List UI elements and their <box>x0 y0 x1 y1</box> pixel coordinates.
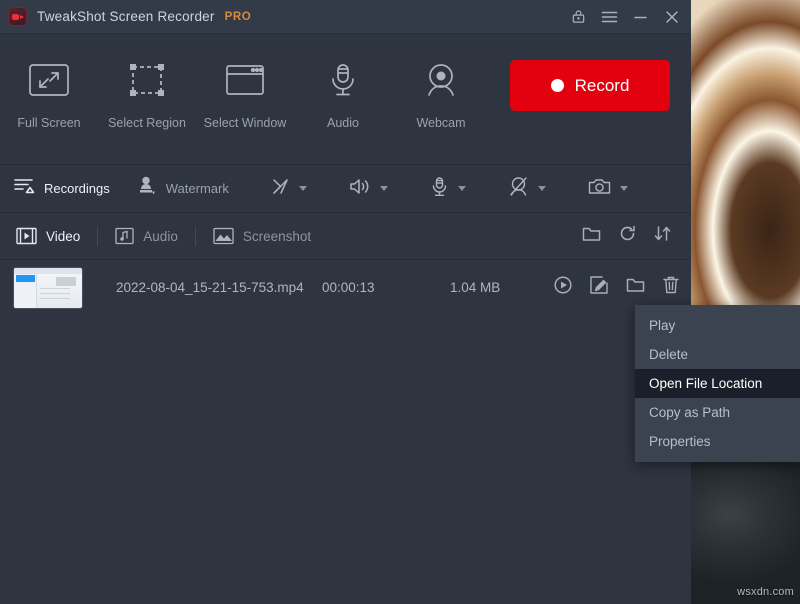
record-button-label: Record <box>575 76 630 96</box>
capture-mode-label: Webcam <box>416 116 465 130</box>
capture-mode-label: Full Screen <box>17 116 80 130</box>
film-icon <box>16 227 37 245</box>
context-menu-item-properties[interactable]: Properties <box>635 427 800 456</box>
annotation-off-icon <box>271 177 290 201</box>
capture-mode-label: Select Window <box>204 116 287 130</box>
tab-video[interactable]: Video <box>16 227 80 245</box>
select-region-icon <box>127 52 167 108</box>
title-bar: TweakShot Screen Recorder PRO <box>0 0 691 34</box>
chevron-down-icon[interactable] <box>620 186 628 191</box>
capture-mode-label: Audio <box>327 116 359 130</box>
speaker-icon <box>349 177 371 201</box>
music-note-icon <box>115 227 134 245</box>
context-menu-item-play[interactable]: Play <box>635 311 800 340</box>
row-action-icons <box>554 276 679 299</box>
capture-mode-audio[interactable]: Audio <box>294 52 392 130</box>
tab-label: Audio <box>143 229 178 244</box>
full-screen-icon <box>28 52 70 108</box>
record-dot-icon <box>551 79 564 92</box>
tab-label: Screenshot <box>243 229 311 244</box>
capture-mode-full-screen[interactable]: Full Screen <box>0 52 98 130</box>
microphone-toggle[interactable] <box>430 176 466 202</box>
app-title: TweakShot Screen Recorder <box>37 9 215 24</box>
watermark-stamp-icon <box>138 176 157 201</box>
edit-icon[interactable] <box>590 276 608 299</box>
tab-action-icons <box>582 225 691 247</box>
thumbnail-titlebar <box>14 268 82 274</box>
watermark-label: Watermark <box>166 181 229 196</box>
app-logo-icon <box>9 8 26 25</box>
recordings-label: Recordings <box>44 181 110 196</box>
webcam-off-icon <box>508 176 529 202</box>
webcam-toggle[interactable] <box>508 176 546 202</box>
file-duration: 00:00:13 <box>322 280 422 295</box>
select-window-icon <box>224 52 266 108</box>
microphone-icon <box>430 176 449 202</box>
divider <box>97 227 98 246</box>
chevron-down-icon[interactable] <box>458 186 466 191</box>
table-row[interactable]: 2022-08-04_15-21-15-753.mp4 00:00:13 1.0… <box>0 260 691 315</box>
sort-icon[interactable] <box>654 225 671 247</box>
file-name: 2022-08-04_15-21-15-753.mp4 <box>116 280 316 295</box>
open-folder-icon[interactable] <box>582 226 601 247</box>
watermark-button[interactable]: Watermark <box>138 176 229 201</box>
webcam-icon <box>423 52 459 108</box>
chevron-down-icon[interactable] <box>380 186 388 191</box>
camera-toggle[interactable] <box>588 177 628 201</box>
refresh-icon[interactable] <box>619 225 636 247</box>
capture-mode-select-window[interactable]: Select Window <box>196 52 294 130</box>
capture-mode-select-region[interactable]: Select Region <box>98 52 196 130</box>
annotation-toggle[interactable] <box>271 177 307 201</box>
context-menu-item-open-file-location[interactable]: Open File Location <box>635 369 800 398</box>
capture-mode-label: Select Region <box>108 116 186 130</box>
tab-screenshot[interactable]: Screenshot <box>213 227 311 245</box>
capture-toolbar: Full Screen Select Region <box>0 34 691 165</box>
delete-trash-icon[interactable] <box>663 276 679 299</box>
desktop-wallpaper-lower <box>690 455 800 604</box>
chevron-down-icon[interactable] <box>299 186 307 191</box>
recordings-button[interactable]: Recordings <box>14 177 110 200</box>
tab-label: Video <box>46 229 80 244</box>
thumbnail-button <box>56 277 76 286</box>
site-watermark: wsxdn.com <box>737 586 794 598</box>
minimize-icon[interactable] <box>625 2 656 32</box>
play-icon[interactable] <box>554 276 572 299</box>
recordings-list-icon <box>14 177 35 200</box>
speaker-toggle[interactable] <box>349 177 388 201</box>
microphone-icon <box>327 52 359 108</box>
window-controls <box>563 2 687 32</box>
context-menu: Play Delete Open File Location Copy as P… <box>635 305 800 462</box>
record-button[interactable]: Record <box>510 60 670 111</box>
thumbnail-lines <box>40 288 70 289</box>
recordings-list: 2022-08-04_15-21-15-753.mp4 00:00:13 1.0… <box>0 260 691 604</box>
media-tabs: Video Audio Screenshot <box>0 213 691 260</box>
context-menu-item-delete[interactable]: Delete <box>635 340 800 369</box>
pro-badge: PRO <box>225 11 252 23</box>
chevron-down-icon[interactable] <box>538 186 546 191</box>
file-size: 1.04 MB <box>450 280 540 295</box>
open-folder-icon[interactable] <box>626 277 645 298</box>
capture-mode-webcam[interactable]: Webcam <box>392 52 490 130</box>
camera-icon <box>588 177 611 201</box>
application-window: TweakShot Screen Recorder PRO <box>0 0 691 604</box>
context-menu-item-copy-as-path[interactable]: Copy as Path <box>635 398 800 427</box>
image-icon <box>213 227 234 245</box>
tab-audio[interactable]: Audio <box>115 227 178 245</box>
divider <box>195 227 196 246</box>
options-toolbar: Recordings Watermark <box>0 165 691 213</box>
hamburger-menu-icon[interactable] <box>594 2 625 32</box>
store-lock-icon[interactable] <box>563 2 594 32</box>
video-thumbnail <box>14 268 82 308</box>
close-icon[interactable] <box>656 2 687 32</box>
